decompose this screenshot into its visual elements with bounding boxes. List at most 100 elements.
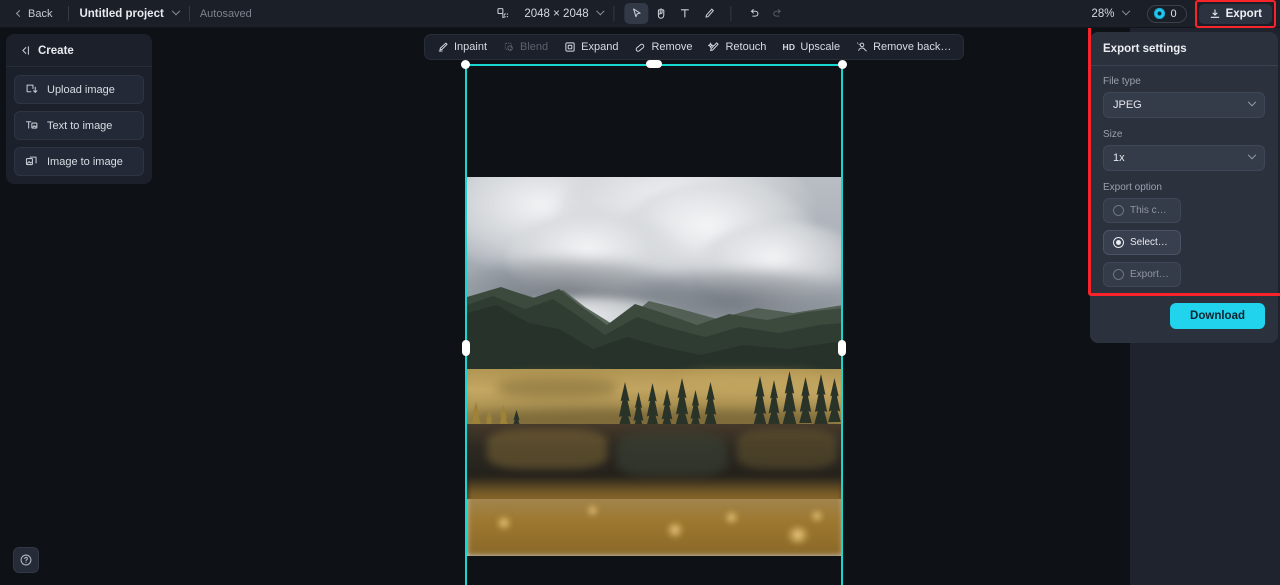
credits-badge[interactable]: 0 bbox=[1147, 4, 1187, 23]
chevron-down-icon[interactable] bbox=[171, 6, 181, 15]
file-type-label: File type bbox=[1103, 76, 1141, 87]
toolbar-remove-background-button[interactable]: Remove back… bbox=[849, 37, 958, 57]
divider bbox=[68, 6, 70, 21]
toolbar-blend-button[interactable]: Blend bbox=[496, 37, 555, 57]
back-button[interactable]: Back bbox=[11, 5, 58, 23]
back-button-label: Back bbox=[28, 7, 53, 20]
toolbar-remove-background-label: Remove back… bbox=[873, 41, 952, 53]
selection-box[interactable] bbox=[461, 60, 847, 585]
hd-badge: HD bbox=[782, 42, 796, 52]
divider bbox=[188, 6, 190, 21]
toolbar-expand-button[interactable]: Expand bbox=[557, 37, 625, 57]
toolbar-remove-button[interactable]: Remove bbox=[627, 37, 699, 57]
divider bbox=[730, 6, 732, 21]
download-row: Download bbox=[1103, 303, 1265, 329]
export-option-selected-layer-label: Selected l… bbox=[1130, 237, 1171, 248]
cursor-select-icon[interactable] bbox=[624, 3, 649, 24]
canvas-size-value[interactable]: 2048 × 2048 bbox=[524, 8, 588, 20]
toolbar-upscale-button[interactable]: HD Upscale bbox=[775, 37, 847, 57]
credits-count: 0 bbox=[1170, 7, 1177, 20]
toolbar-remove-label: Remove bbox=[651, 41, 693, 53]
export-button-wrapper: Export bbox=[1194, 0, 1276, 28]
export-option-export-all[interactable]: Export all … bbox=[1103, 262, 1181, 287]
canvas-toolbar: Inpaint Blend Expand Remove Retouch HD U… bbox=[424, 34, 965, 60]
export-option-this-canvas-label: This canvas bbox=[1130, 205, 1171, 216]
top-bar: Back Untitled project Autosaved 2048 × 2… bbox=[0, 0, 1280, 28]
file-type-select[interactable]: JPEG bbox=[1103, 92, 1265, 118]
toolbar-upscale-label: Upscale bbox=[800, 41, 841, 53]
export-settings-panel: Export settings File type JPEG Size 1x E… bbox=[1090, 32, 1278, 343]
layers-icon[interactable] bbox=[490, 3, 514, 24]
sidebar-item-upload-image-label: Upload image bbox=[47, 83, 115, 96]
selection-edge-right bbox=[841, 64, 843, 585]
zoom-level-value[interactable]: 28% bbox=[1091, 8, 1114, 20]
resize-handle-top-center[interactable] bbox=[646, 60, 662, 68]
export-panel-body: File type JPEG Size 1x Export option Thi… bbox=[1090, 66, 1278, 343]
autosaved-status: Autosaved bbox=[199, 7, 252, 20]
hand-pan-icon[interactable] bbox=[649, 3, 673, 24]
size-select[interactable]: 1x bbox=[1103, 145, 1265, 171]
radio-icon-selected bbox=[1113, 237, 1124, 248]
chevron-down-icon bbox=[1247, 97, 1257, 107]
sidebar-header[interactable]: Create bbox=[6, 34, 152, 67]
sidebar-header-label: Create bbox=[38, 44, 74, 57]
toolbar-inpaint-label: Inpaint bbox=[454, 41, 488, 53]
export-option-this-canvas[interactable]: This canvas bbox=[1103, 198, 1181, 223]
export-option-export-all-label: Export all … bbox=[1130, 269, 1171, 280]
divider bbox=[613, 6, 615, 21]
toolbar-retouch-label: Retouch bbox=[725, 41, 767, 53]
sidebar-item-image-to-image[interactable]: Image to image bbox=[14, 147, 144, 176]
sidebar-item-image-to-image-label: Image to image bbox=[47, 155, 123, 168]
toolbar-blend-label: Blend bbox=[520, 41, 549, 53]
image-editor-app: Back Untitled project Autosaved 2048 × 2… bbox=[0, 0, 1280, 585]
toolbar-retouch-button[interactable]: Retouch bbox=[701, 37, 773, 57]
export-option-selected-layer[interactable]: Selected l… bbox=[1103, 230, 1181, 255]
sidebar-item-list: Upload image Text to image Image to imag… bbox=[6, 67, 152, 176]
inpaint-icon bbox=[438, 42, 448, 52]
toolbar-inpaint-button[interactable]: Inpaint bbox=[430, 37, 494, 57]
help-button[interactable] bbox=[13, 547, 39, 573]
resize-handle-middle-left[interactable] bbox=[462, 340, 470, 356]
topbar-left-group: Back Untitled project Autosaved bbox=[0, 5, 252, 23]
file-type-value: JPEG bbox=[1113, 99, 1142, 111]
resize-handle-middle-right[interactable] bbox=[838, 340, 846, 356]
help-question-icon bbox=[20, 554, 32, 566]
brush-tool-icon[interactable] bbox=[697, 3, 721, 24]
resize-handle-top-left[interactable] bbox=[461, 60, 470, 69]
credit-coin-icon bbox=[1154, 8, 1166, 19]
download-icon bbox=[1210, 8, 1219, 18]
chevron-down-icon[interactable] bbox=[596, 6, 605, 15]
expand-icon bbox=[565, 42, 575, 52]
create-sidebar: Create Upload image Text to image Image … bbox=[6, 34, 152, 184]
image-to-image-icon bbox=[25, 156, 37, 166]
radio-icon bbox=[1113, 205, 1124, 216]
download-button[interactable]: Download bbox=[1170, 303, 1265, 329]
text-to-image-icon bbox=[25, 121, 38, 129]
text-tool-icon[interactable] bbox=[673, 3, 697, 24]
radio-dot bbox=[1116, 240, 1121, 245]
export-option-label: Export option bbox=[1103, 182, 1162, 193]
chevron-down-icon[interactable] bbox=[1122, 6, 1131, 15]
remove-background-icon bbox=[856, 42, 868, 52]
undo-icon[interactable] bbox=[742, 3, 766, 24]
chevron-left-icon bbox=[15, 9, 24, 18]
export-button[interactable]: Export bbox=[1198, 3, 1272, 24]
project-name[interactable]: Untitled project bbox=[79, 8, 163, 20]
topbar-tool-group: 2048 × 2048 bbox=[490, 3, 789, 24]
remove-icon bbox=[636, 43, 645, 52]
toolbar-expand-label: Expand bbox=[581, 41, 619, 53]
export-panel-title: Export settings bbox=[1090, 32, 1278, 66]
radio-icon bbox=[1113, 269, 1124, 280]
sidebar-item-text-to-image-label: Text to image bbox=[47, 119, 113, 132]
sidebar-item-upload-image[interactable]: Upload image bbox=[14, 75, 144, 104]
chevron-down-icon bbox=[1247, 150, 1257, 160]
sidebar-item-text-to-image[interactable]: Text to image bbox=[14, 111, 144, 140]
size-value: 1x bbox=[1113, 152, 1125, 164]
redo-icon[interactable] bbox=[766, 3, 790, 24]
selection-edge-left bbox=[465, 64, 467, 585]
canvas-area[interactable]: Inpaint Blend Expand Remove Retouch HD U… bbox=[0, 28, 1280, 585]
resize-handle-top-right[interactable] bbox=[838, 60, 847, 69]
collapse-panel-icon[interactable] bbox=[18, 44, 31, 57]
size-label: Size bbox=[1103, 129, 1123, 140]
retouch-icon bbox=[708, 42, 720, 52]
